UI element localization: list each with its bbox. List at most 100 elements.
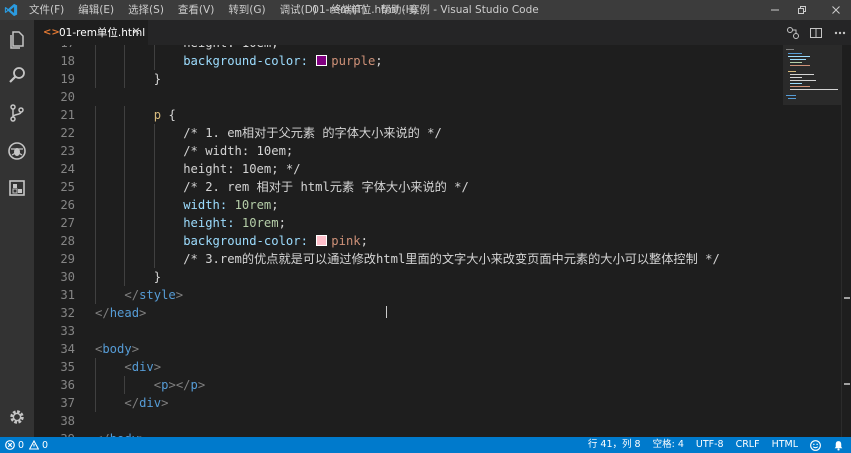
minimap[interactable] <box>783 45 841 437</box>
problems-indicator[interactable]: 0 0 <box>5 437 48 453</box>
explorer-button[interactable] <box>4 26 30 52</box>
indent-guide <box>153 178 155 196</box>
split-editor-button[interactable] <box>805 20 827 45</box>
code-line[interactable]: 25 /* 2. rem 相对于 html元素 字体大小来说的 */ <box>34 178 783 196</box>
code-line[interactable]: 27 height: 10rem; <box>34 214 783 232</box>
indent-guide <box>95 250 96 268</box>
close-window-button[interactable] <box>821 0 851 20</box>
code-line[interactable]: 37 </div> <box>34 394 783 412</box>
minimap-line <box>788 98 796 99</box>
code-editor[interactable]: 17 height: 10em; 18 background-color: purpl… <box>34 45 783 437</box>
code-line[interactable]: 26 width: 10rem; <box>34 196 783 214</box>
tab-01-rem-html[interactable]: <> 01-rem单位.html ✕ <box>34 20 148 45</box>
restore-button[interactable] <box>787 0 817 20</box>
code-line[interactable]: 33 <box>34 322 783 340</box>
code-line[interactable]: 35 <div> <box>34 358 783 376</box>
extensions-button[interactable] <box>4 175 30 201</box>
code-line[interactable]: 20 <box>34 88 783 106</box>
extensions-icon <box>9 180 25 196</box>
settings-button[interactable] <box>4 404 30 430</box>
code-text: height: 10em; */ <box>183 160 300 178</box>
more-actions-button[interactable] <box>829 20 851 45</box>
search-button[interactable] <box>4 62 30 88</box>
files-icon <box>10 31 24 49</box>
code-line[interactable]: 24 height: 10em; */ <box>34 160 783 178</box>
feedback-button[interactable] <box>810 439 821 451</box>
indentation[interactable]: 空格: 4 <box>653 437 684 453</box>
code-token: height: 10em; <box>183 45 278 50</box>
end-of-line[interactable]: CRLF <box>736 437 760 453</box>
code-line[interactable]: 36 <p></p> <box>34 376 783 394</box>
menu-item[interactable]: 选择(S) <box>128 0 164 20</box>
code-line[interactable]: 23 /* width: 10em; <box>34 142 783 160</box>
code-line[interactable]: 34 <body> <box>34 340 783 358</box>
code-line[interactable]: 39 </body> <box>34 430 783 437</box>
encoding[interactable]: UTF-8 <box>696 437 724 453</box>
code-token: div <box>139 396 162 410</box>
indent-guide <box>153 45 155 52</box>
indent-guide <box>124 124 126 142</box>
minimap-line <box>790 74 814 75</box>
menu-item[interactable]: 调试(D) <box>280 0 317 20</box>
menu-item[interactable]: 转到(G) <box>228 0 265 20</box>
code-line[interactable]: 30} <box>34 268 783 286</box>
code-text: <body> <box>95 340 139 358</box>
activity-bar <box>0 20 34 437</box>
code-text: /* 3.rem的优点就是可以通过修改html里面的文字大小来改变页面中元素的大… <box>183 250 720 268</box>
notifications-button[interactable] <box>833 440 844 451</box>
line-number: 37 <box>60 396 75 410</box>
code-token: 10 <box>234 198 250 212</box>
menu-item[interactable]: 文件(F) <box>29 0 64 20</box>
line-number: 36 <box>60 378 75 392</box>
code-token: ; <box>278 216 286 230</box>
indent-guide <box>95 376 96 394</box>
code-text: </style> <box>124 286 183 304</box>
open-changes-button[interactable] <box>782 20 804 45</box>
language-mode[interactable]: HTML <box>772 437 798 453</box>
minimap-line <box>790 59 806 60</box>
indent-guide <box>95 142 96 160</box>
indent-guide <box>95 232 96 250</box>
code-token: purple <box>331 54 376 68</box>
menu-item[interactable]: 终端(T) <box>331 0 367 20</box>
line-number: 24 <box>60 162 75 176</box>
code-token: > <box>139 306 147 320</box>
code-line[interactable]: 32 </head> <box>34 304 783 322</box>
warning-icon <box>29 440 40 450</box>
code-line[interactable]: 28 background-color: pink; <box>34 232 783 250</box>
indent-guide <box>124 232 126 250</box>
cursor-position[interactable]: 行 41，列 8 <box>588 437 641 453</box>
menu-item[interactable]: 帮助(H) <box>381 0 418 20</box>
debug-button[interactable] <box>4 138 30 164</box>
indent-guide <box>95 286 96 304</box>
indent-guide <box>153 124 155 142</box>
close-icon[interactable]: ✕ <box>130 26 142 38</box>
tab-bar: <> 01-rem单位.html ✕ <box>34 20 851 45</box>
code-line[interactable]: 21 p { <box>34 106 783 124</box>
line-number: 23 <box>60 144 75 158</box>
line-number: 34 <box>60 342 75 356</box>
code-token: </ <box>124 396 140 410</box>
code-text: background-color: pink; <box>183 232 368 250</box>
minimize-button[interactable] <box>760 0 790 20</box>
code-line[interactable]: 19} <box>34 70 783 88</box>
code-line[interactable]: 38 <box>34 412 783 430</box>
vertical-scrollbar[interactable] <box>841 45 851 437</box>
code-token: /* 2. rem 相对于 html元素 字体大小来说的 */ <box>183 180 469 194</box>
code-line[interactable]: 18 background-color: purple; <box>34 52 783 70</box>
code-line[interactable]: 31 </style> <box>34 286 783 304</box>
color-swatch[interactable] <box>316 55 328 66</box>
code-token: > <box>153 360 162 374</box>
source-control-button[interactable] <box>4 100 30 126</box>
title-bar: 文件(F) 编辑(E) 选择(S) 查看(V) 转到(G) 调试(D) 终端(T) 帮助(H)… <box>0 0 851 20</box>
color-swatch[interactable] <box>316 235 328 246</box>
code-line[interactable]: 29 /* 3.rem的优点就是可以通过修改html里面的文字大小来改变页面中元素… <box>34 250 783 268</box>
minimap-slider[interactable] <box>783 45 841 105</box>
code-line[interactable]: 22 /* 1. em相对于父元素 的字体大小来说的 */ <box>34 124 783 142</box>
code-token: style <box>139 288 176 302</box>
code-text: </body> <box>95 430 146 437</box>
menu-item[interactable]: 查看(V) <box>178 0 214 20</box>
line-number: 21 <box>60 108 75 122</box>
menu-item[interactable]: 编辑(E) <box>78 0 114 20</box>
code-line[interactable]: 17 height: 10em; <box>34 45 783 52</box>
